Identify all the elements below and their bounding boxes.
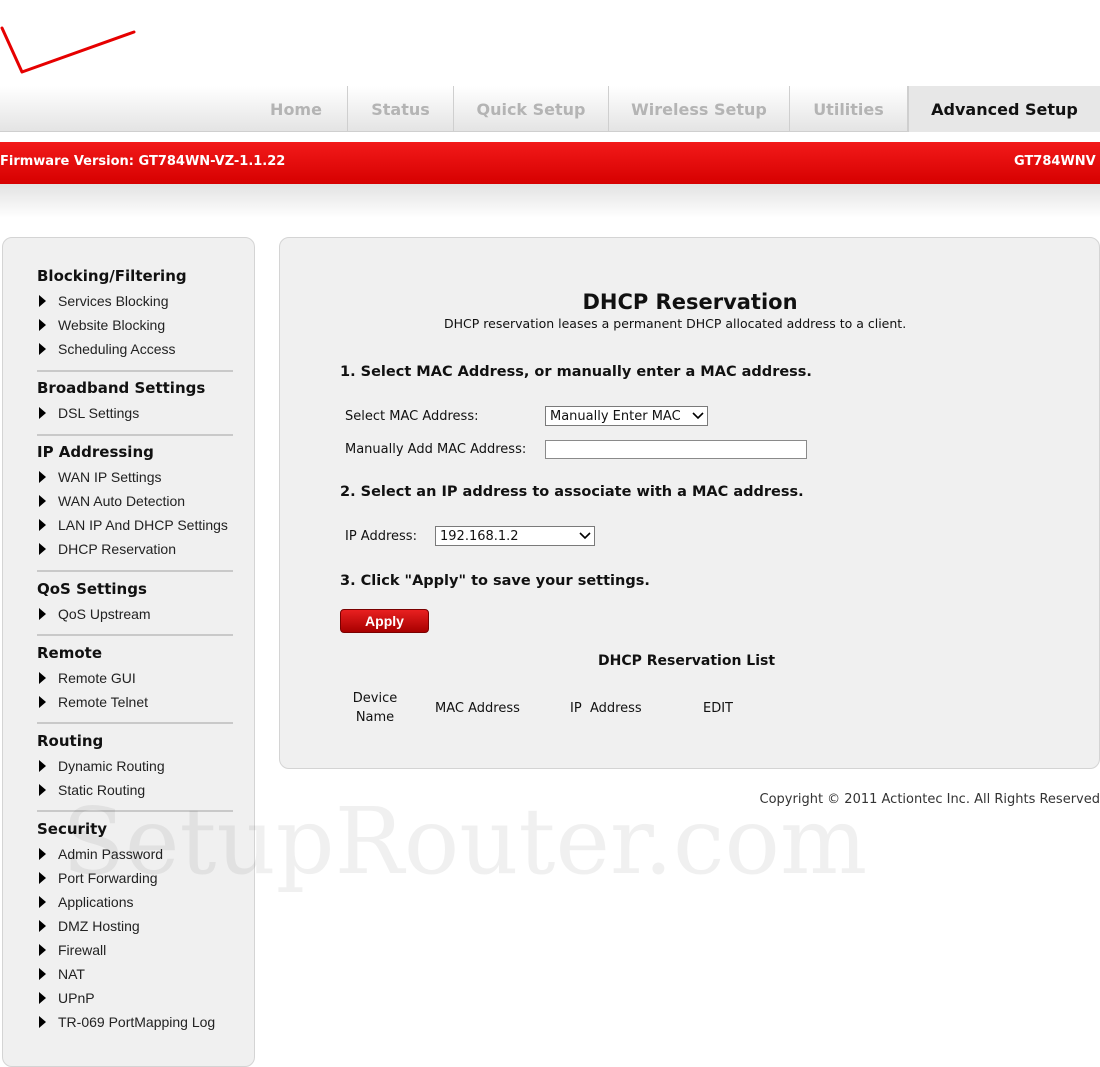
tab-home[interactable]: Home (245, 86, 348, 132)
sidebar-item-nat[interactable]: NAT (37, 962, 232, 986)
arrow-right-icon (39, 608, 46, 620)
sidebar-heading: Blocking/Filtering (37, 267, 187, 285)
manual-mac-label: Manually Add MAC Address: (345, 442, 527, 457)
ip-address-label: IP Address: (345, 529, 417, 544)
arrow-right-icon (39, 872, 46, 884)
sidebar-item-dsl-settings[interactable]: DSL Settings (37, 401, 232, 425)
sidebar-group-broadband: Broadband Settings DSL Settings (37, 375, 232, 425)
select-mac-dropdown[interactable]: Manually Enter MAC (545, 406, 708, 426)
sidebar-item-scheduling-access[interactable]: Scheduling Access (37, 337, 232, 361)
sidebar-heading: Broadband Settings (37, 379, 206, 397)
arrow-right-icon (39, 672, 46, 684)
sidebar-divider (37, 810, 233, 812)
sidebar-group-remote: Remote Remote GUI Remote Telnet (37, 640, 232, 714)
sidebar-divider (37, 434, 233, 436)
arrow-right-icon (39, 896, 46, 908)
sidebar-group-qos: QoS Settings QoS Upstream (37, 576, 232, 626)
column-device-name: Device Name (352, 691, 398, 725)
arrow-right-icon (39, 495, 46, 507)
tab-utilities[interactable]: Utilities (790, 86, 908, 132)
sidebar-item-website-blocking[interactable]: Website Blocking (37, 313, 232, 337)
sidebar-item-services-blocking[interactable]: Services Blocking (37, 289, 232, 313)
sidebar-item-wan-auto-detection[interactable]: WAN Auto Detection (37, 489, 232, 513)
sidebar-item-firewall[interactable]: Firewall (37, 938, 232, 962)
arrow-right-icon (39, 784, 46, 796)
sidebar-group-blocking: Blocking/Filtering Services Blocking Web… (37, 263, 232, 361)
page-title: DHCP Reservation (582, 290, 798, 314)
sidebar-item-port-forwarding[interactable]: Port Forwarding (37, 866, 232, 890)
select-mac-value: Manually Enter MAC (550, 408, 681, 424)
sidebar-heading: Routing (37, 732, 104, 750)
sidebar-item-lan-ip-dhcp[interactable]: LAN IP And DHCP Settings (37, 513, 232, 537)
firmware-version: Firmware Version: GT784WN-VZ-1.1.22 (0, 154, 286, 169)
page-subtitle: DHCP reservation leases a permanent DHCP… (444, 316, 907, 331)
copyright: Copyright © 2011 Actiontec Inc. All Righ… (759, 792, 1100, 807)
sidebar-heading: IP Addressing (37, 443, 154, 461)
arrow-right-icon (39, 543, 46, 555)
sidebar-group-security: Security Admin Password Port Forwarding … (37, 816, 232, 1034)
arrow-right-icon (39, 471, 46, 483)
ip-address-value: 192.168.1.2 (440, 528, 519, 544)
arrow-right-icon (39, 992, 46, 1004)
sidebar-item-wan-ip-settings[interactable]: WAN IP Settings (37, 465, 232, 489)
main-nav: Home Status Quick Setup Wireless Setup U… (245, 86, 1100, 132)
sidebar-divider (37, 722, 233, 724)
ip-address-dropdown[interactable]: 192.168.1.2 (435, 526, 595, 546)
chevron-down-icon (689, 412, 707, 420)
arrow-right-icon (39, 760, 46, 772)
manual-mac-input[interactable] (545, 440, 807, 459)
chevron-down-icon (576, 532, 594, 540)
sidebar-item-applications[interactable]: Applications (37, 890, 232, 914)
arrow-right-icon (39, 848, 46, 860)
column-mac-address: MAC Address (435, 701, 520, 716)
arrow-right-icon (39, 519, 46, 531)
arrow-right-icon (39, 1016, 46, 1028)
arrow-right-icon (39, 944, 46, 956)
tab-advanced-setup[interactable]: Advanced Setup (908, 86, 1100, 132)
step-3-heading: 3. Click "Apply" to save your settings. (340, 573, 650, 589)
step-1-heading: 1. Select MAC Address, or manually enter… (340, 364, 812, 380)
tab-quick-setup[interactable]: Quick Setup (454, 86, 609, 132)
sidebar-group-ip-addressing: IP Addressing WAN IP Settings WAN Auto D… (37, 439, 232, 561)
tab-wireless-setup[interactable]: Wireless Setup (609, 86, 790, 132)
verizon-check-icon (0, 26, 136, 74)
column-ip-address: IP Address (570, 701, 642, 716)
sidebar-heading: Remote (37, 644, 103, 662)
sidebar-item-dmz-hosting[interactable]: DMZ Hosting (37, 914, 232, 938)
arrow-right-icon (39, 407, 46, 419)
arrow-right-icon (39, 696, 46, 708)
sidebar-item-upnp[interactable]: UPnP (37, 986, 232, 1010)
select-mac-label: Select MAC Address: (345, 409, 479, 424)
sidebar-item-dhcp-reservation[interactable]: DHCP Reservation (37, 537, 232, 561)
sidebar-item-qos-upstream[interactable]: QoS Upstream (37, 602, 232, 626)
dhcp-reservation-panel: DHCP Reservation DHCP reservation leases… (279, 237, 1100, 769)
step-2-heading: 2. Select an IP address to associate wit… (340, 484, 804, 500)
sidebar-item-remote-gui[interactable]: Remote GUI (37, 666, 232, 690)
column-edit: EDIT (703, 701, 733, 716)
arrow-right-icon (39, 319, 46, 331)
sidebar: Blocking/Filtering Services Blocking Web… (2, 237, 255, 1067)
sidebar-item-admin-password[interactable]: Admin Password (37, 842, 232, 866)
arrow-right-icon (39, 920, 46, 932)
sidebar-item-tr069-log[interactable]: TR-069 PortMapping Log (37, 1010, 232, 1034)
sidebar-item-static-routing[interactable]: Static Routing (37, 778, 232, 802)
sidebar-heading: Security (37, 820, 108, 838)
sidebar-group-routing: Routing Dynamic Routing Static Routing (37, 728, 232, 802)
sidebar-divider (37, 370, 233, 372)
sidebar-item-dynamic-routing[interactable]: Dynamic Routing (37, 754, 232, 778)
arrow-right-icon (39, 295, 46, 307)
apply-button[interactable]: Apply (340, 609, 429, 633)
tab-status[interactable]: Status (348, 86, 454, 132)
reservation-list-title: DHCP Reservation List (598, 653, 776, 669)
sidebar-heading: QoS Settings (37, 580, 147, 598)
header-shade (0, 184, 1100, 218)
sidebar-divider (37, 634, 233, 636)
sidebar-divider (37, 570, 233, 572)
arrow-right-icon (39, 968, 46, 980)
model-name: GT784WNV (1014, 154, 1096, 169)
arrow-right-icon (39, 343, 46, 355)
sidebar-item-remote-telnet[interactable]: Remote Telnet (37, 690, 232, 714)
